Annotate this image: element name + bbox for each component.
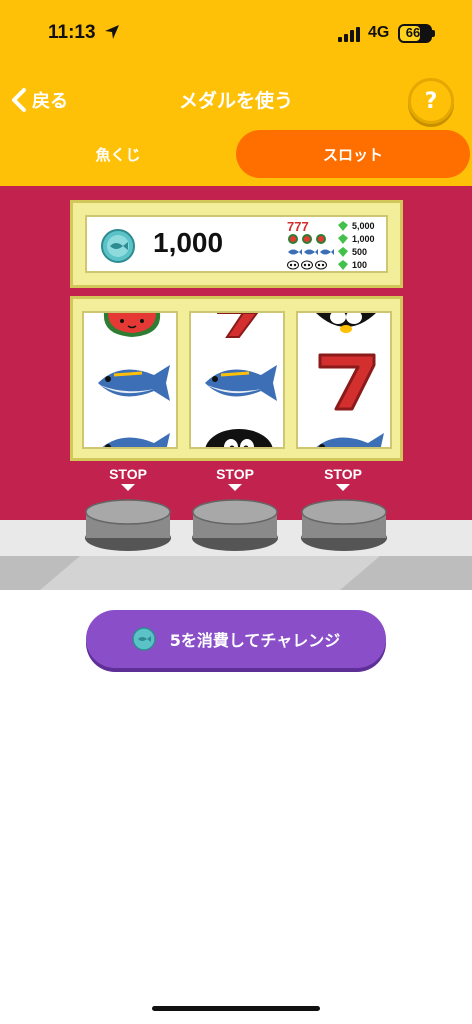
stop-button-1[interactable] [84, 498, 172, 552]
challenge-button[interactable]: 5を消費してチャレンジ [86, 610, 386, 668]
reels-panel [70, 296, 403, 461]
battery-tip [432, 30, 435, 37]
seven-seven-seven-icon: 777 [287, 220, 309, 232]
signal-icon [338, 27, 360, 42]
fish-medal-icon [101, 229, 135, 263]
payout-row: 100 [287, 258, 387, 271]
seven-icon [217, 313, 259, 338]
tab-slot[interactable]: スロット [236, 130, 470, 178]
seven-icon [318, 353, 376, 411]
challenge-label: 5を消費してチャレンジ [169, 631, 341, 650]
green-gem-icon [338, 259, 348, 270]
green-gem-icon [338, 246, 348, 257]
green-gem-icon [338, 220, 348, 231]
reel-1 [82, 311, 178, 449]
stop-label-3: STOP [313, 466, 373, 491]
medal-counter: 1,000 777 5,000 1,000 500 100 [85, 215, 388, 273]
fish-icon [102, 433, 170, 447]
fish-medal-icon [132, 627, 156, 651]
payout-row: 777 5,000 [287, 219, 387, 232]
penguin-eyes-icon [287, 260, 327, 269]
watermelon-icon [288, 233, 326, 244]
stop-label-2: STOP [205, 466, 265, 491]
network-label: 4G [368, 24, 390, 41]
location-arrow-icon [105, 25, 119, 39]
payout-row: 500 [287, 245, 387, 258]
fish-icon [316, 433, 384, 447]
stop-button-3[interactable] [300, 498, 388, 552]
payout-value: 100 [352, 259, 368, 270]
tab-bar: 魚くじ スロット [0, 130, 472, 178]
page-title: メダルを使う [178, 90, 293, 112]
status-time: 11:13 [48, 22, 96, 43]
fish-icon [288, 248, 334, 255]
payout-table: 777 5,000 1,000 500 100 [287, 219, 387, 271]
penguin-icon [205, 429, 273, 447]
tab-label: 魚くじ [95, 145, 141, 164]
fish-icon [205, 365, 277, 401]
battery-level: 66 [405, 25, 421, 40]
green-gem-icon [338, 233, 348, 244]
stop-button-2[interactable] [191, 498, 279, 552]
payout-row: 1,000 [287, 232, 387, 245]
help-label: ? [424, 88, 438, 114]
watermelon-icon [103, 313, 161, 337]
payout-value: 1,000 [352, 233, 375, 244]
fish-icon [98, 365, 170, 401]
penguin-icon [316, 313, 376, 333]
machine-base-shading [0, 556, 472, 590]
reel-3 [296, 311, 392, 449]
tab-label: スロット [322, 145, 383, 164]
medal-count: 1,000 [153, 227, 224, 258]
help-button[interactable]: ? [408, 78, 454, 124]
reel-2 [189, 311, 285, 449]
payout-value: 500 [352, 246, 368, 257]
stop-label-1: STOP [98, 466, 158, 491]
battery-icon: 66 [398, 24, 432, 43]
home-indicator [152, 1006, 320, 1011]
tab-fish-lottery[interactable]: 魚くじ [0, 130, 236, 178]
svg-text:777: 777 [287, 220, 309, 232]
medal-counter-panel: 1,000 777 5,000 1,000 500 100 [70, 200, 403, 288]
payout-value: 5,000 [352, 220, 375, 231]
